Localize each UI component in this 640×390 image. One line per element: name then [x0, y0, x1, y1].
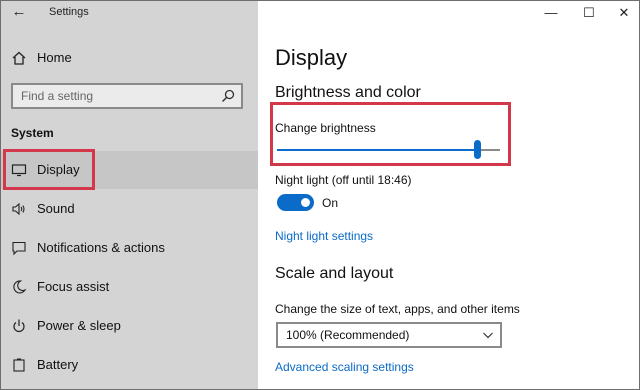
home-icon	[12, 51, 26, 65]
advanced-scaling-link[interactable]: Advanced scaling settings	[275, 360, 414, 374]
sidebar-item-sound[interactable]: Sound	[1, 190, 258, 228]
toggle-knob	[301, 198, 310, 207]
chevron-down-icon	[483, 332, 493, 339]
maximize-icon[interactable]: ☐	[579, 5, 599, 21]
close-icon[interactable]: ✕	[614, 5, 634, 21]
search-icon[interactable]	[220, 88, 236, 104]
search-placeholder: Find a setting	[21, 89, 94, 103]
title-bar: ← Settings	[1, 1, 258, 25]
sidebar-item-notifications[interactable]: Notifications & actions	[1, 229, 258, 267]
sidebar-item-label: Power & sleep	[37, 318, 121, 333]
sidebar-item-label: Sound	[37, 201, 75, 216]
power-icon	[13, 319, 25, 333]
main-content: — ☐ ✕ Display Brightness and color Chang…	[258, 1, 639, 389]
sidebar: ← Settings Home Find a setting System Di…	[1, 1, 258, 389]
scale-dropdown[interactable]: 100% (Recommended)	[276, 322, 502, 348]
night-light-settings-link[interactable]: Night light settings	[275, 229, 373, 243]
speaker-icon	[12, 202, 25, 216]
section-title-system: System	[11, 126, 54, 140]
notification-icon	[12, 241, 26, 256]
moon-icon	[13, 280, 27, 294]
scale-label: Change the size of text, apps, and other…	[275, 302, 520, 316]
scale-dropdown-value: 100% (Recommended)	[286, 328, 410, 342]
page-title: Display	[275, 45, 348, 70]
highlight-box-display	[3, 149, 95, 190]
highlight-box-brightness	[270, 102, 511, 166]
minimize-icon[interactable]: —	[541, 5, 561, 21]
sidebar-item-label: Notifications & actions	[37, 240, 165, 255]
sidebar-item-label: Battery	[37, 357, 79, 372]
scale-heading: Scale and layout	[275, 265, 394, 282]
window-title: Settings	[49, 6, 89, 18]
night-light-toggle[interactable]	[277, 194, 314, 211]
sidebar-item-battery[interactable]: Battery	[1, 346, 258, 384]
battery-icon	[13, 358, 25, 372]
search-input[interactable]: Find a setting	[11, 83, 243, 109]
back-arrow-icon[interactable]: ←	[9, 3, 29, 21]
sidebar-item-label: Home	[37, 50, 72, 65]
sidebar-item-focus-assist[interactable]: Focus assist	[1, 268, 258, 306]
settings-window: ← Settings Home Find a setting System Di…	[0, 0, 640, 390]
sidebar-item-label: Focus assist	[37, 279, 110, 294]
night-light-label: Night light (off until 18:46)	[275, 173, 412, 187]
night-light-state: On	[322, 196, 339, 210]
sidebar-item-power-sleep[interactable]: Power & sleep	[1, 307, 258, 345]
brightness-heading: Brightness and color	[275, 84, 421, 101]
sidebar-item-home[interactable]: Home	[1, 39, 258, 77]
